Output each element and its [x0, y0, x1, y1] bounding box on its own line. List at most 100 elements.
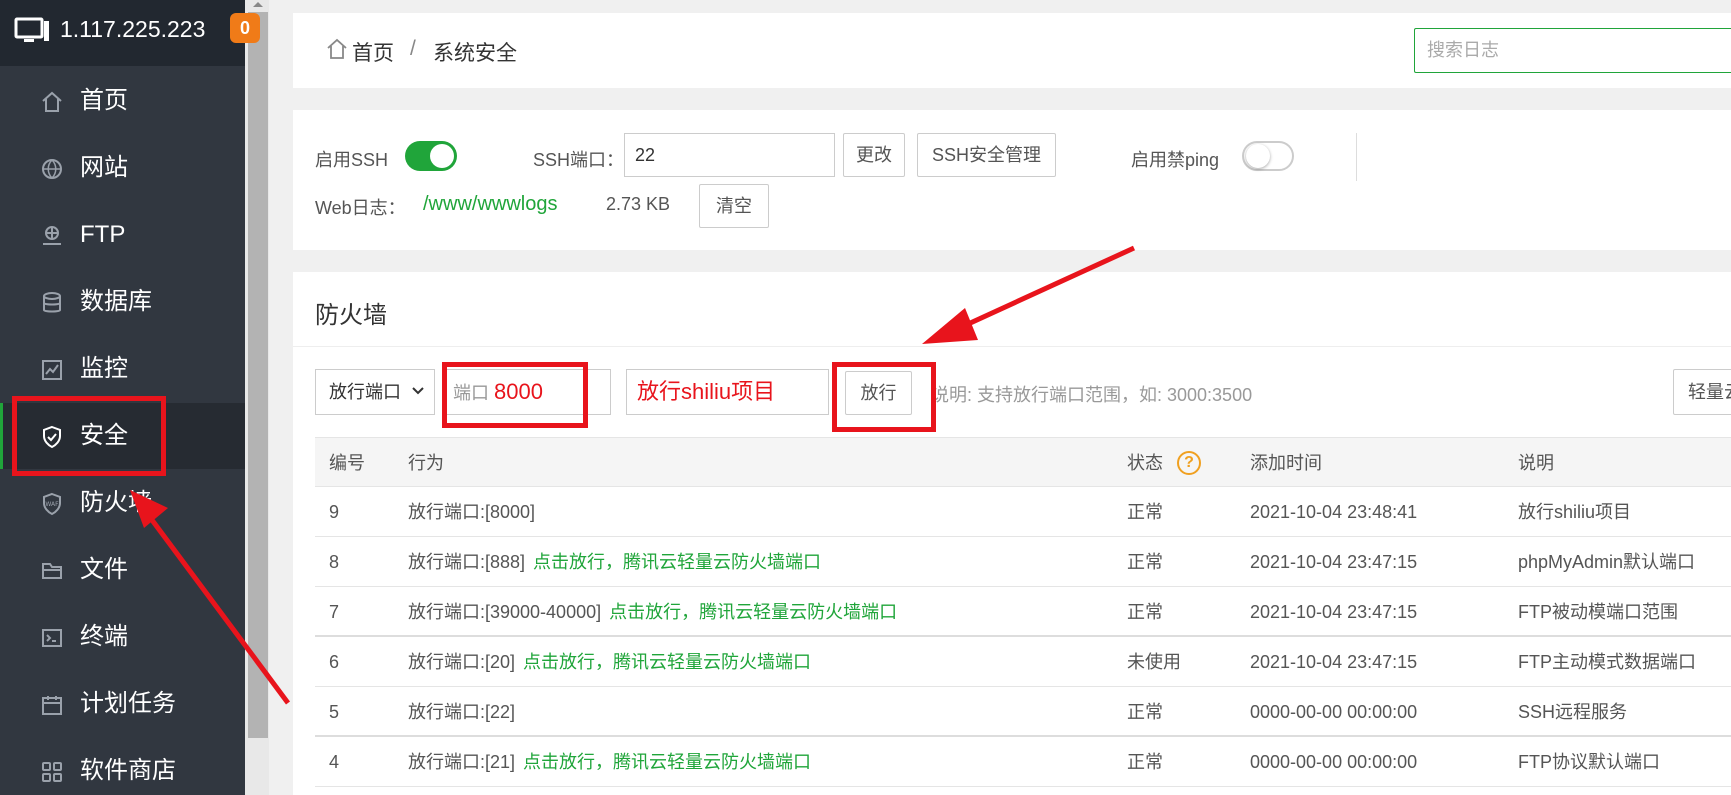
- row-time: 0000-00-00 00:00:00: [1250, 702, 1418, 722]
- annotation-box-security: [12, 396, 166, 476]
- server-ip: 1.117.225.223: [60, 16, 206, 42]
- table-row: 5 放行端口:[22] 正常 0000-00-00 00:00:00 SSH远程…: [315, 687, 1731, 737]
- scrollbar-thumb[interactable]: [248, 12, 268, 738]
- sidebar-item-monitor[interactable]: 监控: [0, 336, 245, 402]
- row-note: FTP协议默认端口: [1518, 752, 1660, 772]
- sidebar-item-app-store[interactable]: 软件商店: [0, 738, 245, 795]
- sidebar-item-label: 文件: [80, 556, 128, 583]
- annotation-box-allow: [832, 362, 936, 432]
- sidebar-item-files[interactable]: 文件: [0, 537, 245, 603]
- row-note: FTP被动模端口范围: [1518, 602, 1678, 622]
- sidebar-item-cron[interactable]: 计划任务: [0, 671, 245, 737]
- row-action: 放行端口:[888] 点击放行，腾讯云轻量云防火墙端口: [408, 537, 821, 587]
- ssh-port-label: SSH端口：: [533, 150, 625, 170]
- ssh-security-manage-button[interactable]: SSH安全管理: [917, 133, 1056, 177]
- breadcrumb-current: 系统安全: [433, 42, 517, 65]
- row-id: 6: [329, 652, 340, 672]
- row-note: 放行shiliu项目: [1518, 502, 1632, 522]
- notification-badge[interactable]: 0: [230, 13, 260, 43]
- weblog-path-link[interactable]: /www/wwwlogs: [423, 193, 557, 216]
- row-time: 0000-00-00 00:00:00: [1250, 752, 1418, 772]
- sidebar-item-label: 终端: [80, 623, 128, 650]
- sidebar-item-database[interactable]: 数据库: [0, 269, 245, 335]
- disable-ping-label: 启用禁ping: [1131, 150, 1220, 170]
- row-note: SSH远程服务: [1518, 702, 1628, 722]
- sidebar-item-website[interactable]: 网站: [0, 135, 245, 201]
- terminal-icon: [42, 629, 62, 647]
- row-action-text: 放行端口:[22]: [408, 702, 516, 722]
- help-icon[interactable]: ?: [1177, 451, 1201, 475]
- table-header-row: 编号 行为 状态 ? 添加时间 说明: [315, 437, 1731, 487]
- col-status: 状态: [1127, 453, 1163, 473]
- ssh-port-input[interactable]: [624, 133, 835, 177]
- sidebar-item-home[interactable]: 首页: [0, 68, 245, 134]
- row-id: 5: [329, 702, 340, 722]
- sidebar-item-ftp[interactable]: FTP: [0, 202, 245, 268]
- remark-input[interactable]: 放行shiliu项目: [626, 369, 829, 415]
- clear-log-button[interactable]: 清空: [699, 184, 769, 228]
- breadcrumb-home[interactable]: 首页: [352, 37, 394, 67]
- row-action: 放行端口:[8000]: [408, 487, 535, 537]
- row-time: 2021-10-04 23:47:15: [1250, 652, 1418, 672]
- chevron-down-icon: [412, 387, 424, 395]
- page-header: 首页 / 系统安全: [293, 13, 1731, 88]
- row-status: 正常: [1127, 752, 1163, 772]
- row-action-text: 放行端口:[20]: [408, 652, 516, 672]
- row-status: 未使用: [1127, 652, 1181, 672]
- tencent-firewall-link[interactable]: 点击放行，腾讯云轻量云防火墙端口: [609, 602, 897, 622]
- home-icon: [42, 91, 62, 112]
- row-time: 2021-10-04 23:48:41: [1250, 502, 1418, 522]
- row-action: 放行端口:[21] 点击放行，腾讯云轻量云防火墙端口: [408, 737, 811, 787]
- table-row: 4 放行端口:[21] 点击放行，腾讯云轻量云防火墙端口 正常 0000-00-0…: [315, 737, 1731, 787]
- tencent-firewall-link[interactable]: 点击放行，腾讯云轻量云防火墙端口: [523, 752, 811, 772]
- row-time: 2021-10-04 23:47:15: [1250, 552, 1418, 572]
- col-note: 说明: [1518, 453, 1554, 473]
- ssh-toggle[interactable]: [405, 141, 457, 171]
- tencent-firewall-link[interactable]: 点击放行，腾讯云轻量云防火墙端口: [533, 552, 821, 572]
- row-id: 4: [329, 752, 340, 772]
- row-status: 正常: [1127, 502, 1163, 522]
- sidebar-item-label: 网站: [80, 154, 128, 181]
- firewall-hint: 说明: 支持放行端口范围，如: 3000:3500: [931, 385, 1253, 405]
- sidebar-item-terminal[interactable]: 终端: [0, 604, 245, 670]
- sidebar-item-label: 软件商店: [80, 757, 176, 784]
- row-action-text: 放行端口:[21]: [408, 752, 516, 772]
- table-row: 6 放行端口:[20] 点击放行，腾讯云轻量云防火墙端口 未使用 2021-10-…: [315, 637, 1731, 687]
- row-action: 放行端口:[22]: [408, 687, 515, 737]
- search-log-input[interactable]: [1414, 28, 1731, 73]
- rule-type-select[interactable]: 放行端口: [315, 369, 435, 415]
- table-row: 9 放行端口:[8000] 正常 2021-10-04 23:48:41 放行s…: [315, 487, 1731, 537]
- apps-grid-icon: [42, 762, 62, 782]
- tencent-firewall-link[interactable]: 点击放行，腾讯云轻量云防火墙端口: [523, 652, 811, 672]
- database-icon: [43, 292, 61, 313]
- sidebar-item-label: 防火墙: [80, 489, 152, 516]
- breadcrumb-separator: /: [410, 37, 416, 60]
- ping-toggle[interactable]: [1242, 141, 1294, 171]
- sidebar-item-firewall[interactable]: WAF 防火墙: [0, 470, 245, 536]
- row-id: 9: [329, 502, 340, 522]
- calendar-icon: [42, 696, 62, 715]
- lightweight-cloud-button[interactable]: 轻量云: [1673, 369, 1731, 415]
- weblog-label: Web日志：: [315, 198, 406, 218]
- monitor-chart-icon: [42, 360, 62, 380]
- col-action: 行为: [408, 453, 444, 473]
- divider: [293, 346, 1731, 347]
- weblog-size: 2.73 KB: [606, 194, 671, 214]
- row-action-text: 放行端口:[888]: [408, 552, 526, 572]
- row-note: phpMyAdmin默认端口: [1518, 552, 1696, 572]
- scroll-up-arrow-icon[interactable]: [251, 0, 265, 8]
- table-row: 7 放行端口:[39000-40000] 点击放行，腾讯云轻量云防火墙端口 正常 …: [315, 587, 1731, 637]
- rule-type-value: 放行端口: [329, 382, 401, 402]
- home-icon[interactable]: [326, 38, 348, 60]
- firewall-title: 防火墙: [315, 302, 387, 329]
- row-status: 正常: [1127, 552, 1163, 572]
- monitor-icon: [14, 17, 49, 42]
- sidebar-item-label: 数据库: [80, 288, 152, 315]
- row-id: 8: [329, 552, 340, 572]
- row-action-text: 放行端口:[8000]: [408, 502, 536, 522]
- row-status: 正常: [1127, 702, 1163, 722]
- sidebar-item-label: 计划任务: [80, 690, 176, 717]
- change-port-button[interactable]: 更改: [843, 133, 905, 177]
- row-id: 7: [329, 602, 340, 622]
- sidebar-item-label: FTP: [80, 221, 126, 248]
